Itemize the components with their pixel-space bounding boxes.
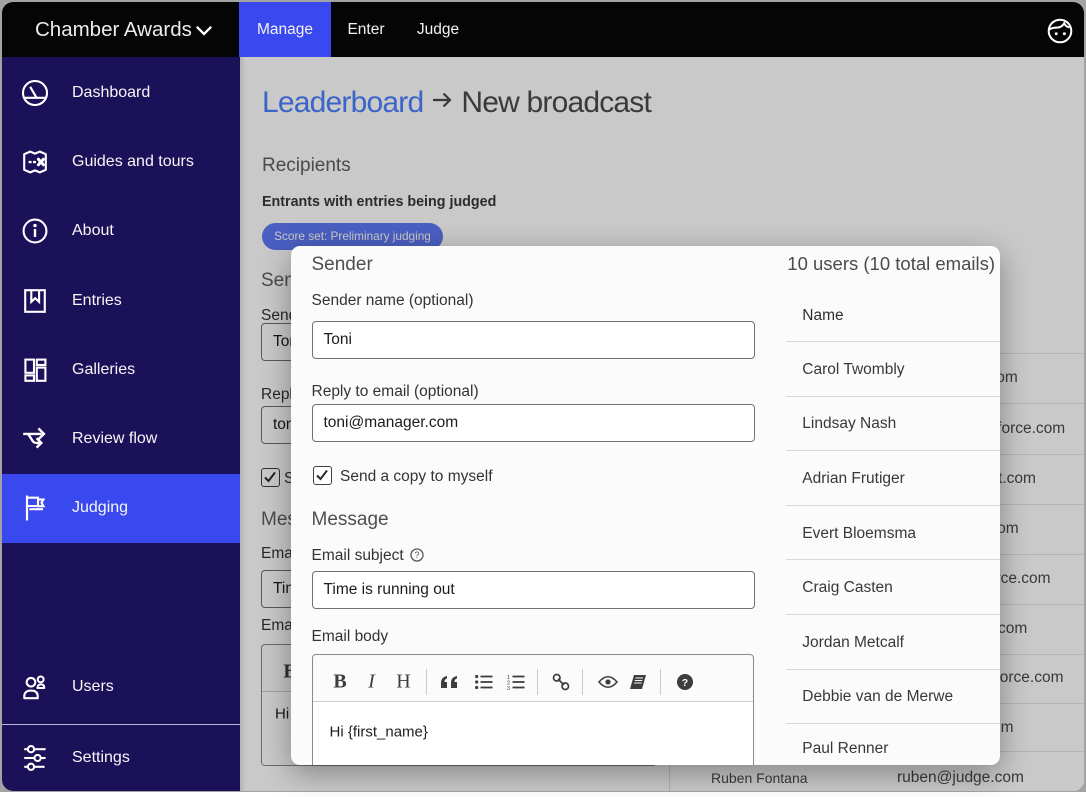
svg-text:3: 3 bbox=[507, 686, 510, 690]
svg-text:?: ? bbox=[414, 550, 419, 560]
svg-text:?: ? bbox=[682, 677, 688, 689]
